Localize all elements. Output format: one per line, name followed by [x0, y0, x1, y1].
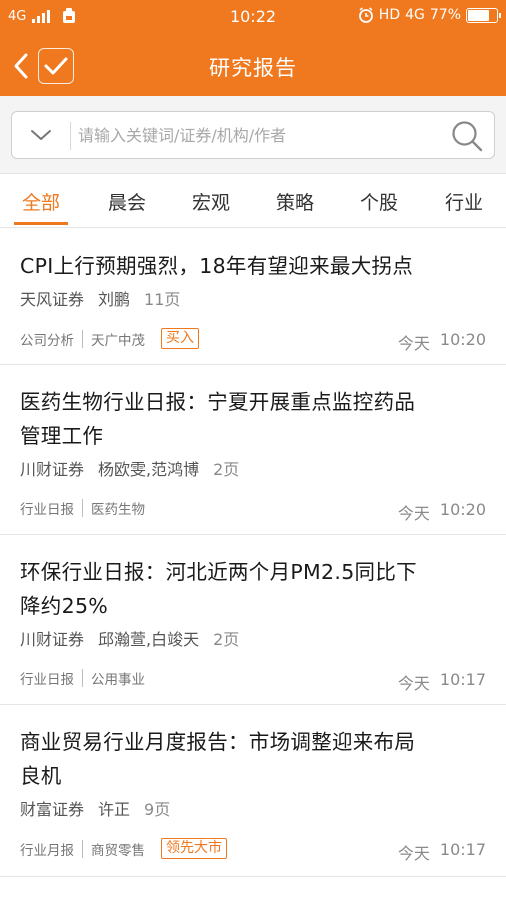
tab-all[interactable]: 全部 [11, 188, 71, 215]
tag-divider [82, 329, 83, 348]
report-subject-tag: 医药生物 [91, 502, 145, 518]
report-pages: 2页 [213, 630, 240, 649]
hd-label: HD [378, 7, 401, 23]
page-title: 研究报告 [209, 56, 297, 80]
report-meta: 财富证券 许正 9页 [20, 796, 486, 820]
report-type-tag: 公司分析 [20, 332, 74, 349]
report-clock: 10:17 [439, 840, 486, 859]
report-type-tag: 行业日报 [20, 502, 74, 518]
report-footer: 行业日报 公用事业 今天 10:17 [20, 656, 486, 700]
report-type-tag: 行业日报 [20, 672, 74, 688]
search-bar [0, 96, 506, 174]
search-icon[interactable] [450, 119, 484, 153]
report-list: CPI上行预期强烈，18年有望迎来最大拐点 天风证券 刘鹏 11页 公司分析 天… [0, 229, 506, 877]
search-filter-dropdown[interactable] [20, 118, 62, 152]
alarm-icon [358, 7, 373, 23]
report-pages: 2页 [213, 460, 240, 479]
search-divider [70, 122, 71, 150]
report-author: 刘鹏 [98, 290, 131, 309]
network-right-label: 4G [405, 7, 425, 23]
report-time: 今天 10:20 [398, 500, 486, 524]
report-footer: 行业日报 医药生物 今天 10:20 [20, 486, 486, 530]
list-item[interactable]: 商业贸易行业月度报告：市场调整迎来布局 良机 财富证券 许正 9页 行业月报 商… [0, 705, 506, 877]
report-author: 邱瀚萱,白竣天 [98, 630, 200, 649]
category-tabs: 全部 晨会 宏观 策略 个股 行业 [0, 175, 506, 228]
report-meta: 川财证券 邱瀚萱,白竣天 2页 [20, 626, 486, 650]
tab-strategy[interactable]: 策略 [265, 188, 325, 215]
report-broker: 天风证券 [20, 290, 85, 309]
tag-divider [82, 839, 83, 858]
list-item[interactable]: 环保行业日报：河北近两个月PM2.5同比下 降约25% 川财证券 邱瀚萱,白竣天… [0, 535, 506, 705]
report-author: 许正 [98, 800, 131, 819]
tab-macro[interactable]: 宏观 [181, 188, 241, 215]
status-right: HD 4G 77% [358, 7, 501, 23]
report-title: 环保行业日报：河北近两个月PM2.5同比下 降约25% [20, 560, 417, 618]
report-tags: 行业月报 商贸零售 领先大市 [20, 838, 227, 859]
rating-badge: 买入 [161, 328, 199, 349]
report-time: 今天 10:20 [398, 330, 486, 354]
report-broker: 财富证券 [20, 800, 85, 819]
report-subject-tag: 商贸零售 [91, 842, 145, 859]
report-time: 今天 10:17 [398, 670, 486, 694]
report-footer: 行业月报 商贸零售 领先大市 今天 10:17 [20, 826, 486, 870]
report-meta: 川财证券 杨欧雯,范鸿博 2页 [20, 456, 486, 480]
tab-morning-meeting[interactable]: 晨会 [97, 188, 157, 215]
nav-bar: 研究报告 [0, 36, 506, 96]
report-day: 今天 [397, 504, 430, 523]
report-title: 商业贸易行业月度报告：市场调整迎来布局 良机 [20, 730, 416, 788]
report-broker: 川财证券 [20, 630, 85, 649]
report-type-tag: 行业月报 [20, 842, 74, 859]
tab-industry[interactable]: 行业 [434, 188, 494, 215]
report-tags: 行业日报 医药生物 [20, 498, 145, 518]
report-clock: 10:20 [439, 500, 486, 519]
report-subject-tag: 公用事业 [91, 672, 145, 688]
tab-stocks[interactable]: 个股 [349, 188, 409, 215]
report-day: 今天 [397, 674, 430, 693]
report-time: 今天 10:17 [398, 840, 486, 864]
report-author: 杨欧雯,范鸿博 [98, 460, 200, 479]
list-item[interactable]: 医药生物行业日报：宁夏开展重点监控药品 管理工作 川财证券 杨欧雯,范鸿博 2页… [0, 365, 506, 535]
report-day: 今天 [397, 334, 430, 353]
battery-icon [466, 7, 501, 23]
status-bar: 4G 10:22 HD 4G 77% [0, 0, 506, 36]
report-subject-tag: 天广中茂 [91, 332, 145, 349]
tag-divider [82, 669, 83, 687]
report-broker: 川财证券 [20, 460, 85, 479]
report-pages: 9页 [144, 800, 171, 819]
report-clock: 10:20 [439, 330, 486, 349]
search-box [11, 111, 495, 159]
report-title: 医药生物行业日报：宁夏开展重点监控药品 管理工作 [20, 390, 416, 448]
report-clock: 10:17 [439, 670, 486, 689]
rating-badge: 领先大市 [161, 838, 227, 859]
chevron-down-icon [31, 130, 51, 140]
report-title: CPI上行预期强烈，18年有望迎来最大拐点 [20, 254, 414, 278]
report-meta: 天风证券 刘鹏 11页 [20, 286, 486, 310]
battery-percent: 77% [429, 7, 461, 23]
report-pages: 11页 [144, 290, 181, 309]
report-day: 今天 [397, 844, 430, 863]
list-item[interactable]: CPI上行预期强烈，18年有望迎来最大拐点 天风证券 刘鹏 11页 公司分析 天… [0, 229, 506, 365]
report-tags: 公司分析 天广中茂 买入 [20, 328, 199, 349]
report-tags: 行业日报 公用事业 [20, 668, 145, 688]
tag-divider [82, 499, 83, 517]
active-tab-indicator [14, 222, 68, 225]
search-input[interactable] [78, 119, 438, 151]
report-footer: 公司分析 天广中茂 买入 今天 10:20 [20, 316, 486, 360]
